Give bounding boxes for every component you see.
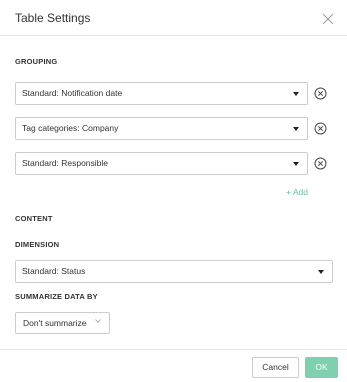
summarize-heading: SUMMARIZE DATA BY xyxy=(15,292,98,301)
caret-down-icon xyxy=(293,127,299,131)
ok-button[interactable]: OK xyxy=(305,357,338,378)
dialog-footer-divider xyxy=(0,349,347,350)
caret-down-icon xyxy=(318,270,324,274)
grouping-select-2[interactable]: Tag categories: Company xyxy=(15,117,308,140)
close-button[interactable] xyxy=(322,12,334,25)
chevron-down-icon xyxy=(95,319,101,323)
add-grouping-link[interactable]: + Add xyxy=(286,187,308,197)
caret-down-icon xyxy=(293,162,299,166)
remove-circle-icon xyxy=(314,122,327,135)
caret-down-icon xyxy=(293,92,299,96)
remove-grouping-2-button[interactable] xyxy=(314,122,327,135)
remove-circle-icon xyxy=(314,157,327,170)
dimension-select[interactable]: Standard: Status xyxy=(15,260,333,283)
dialog-title: Table Settings xyxy=(15,11,91,25)
remove-grouping-1-button[interactable] xyxy=(314,87,327,100)
grouping-select-2-value: Tag categories: Company xyxy=(22,123,119,133)
summarize-select[interactable]: Don't summarize xyxy=(15,312,110,334)
grouping-select-1[interactable]: Standard: Notification date xyxy=(15,82,308,105)
grouping-select-3-value: Standard: Responsible xyxy=(22,158,109,168)
close-icon xyxy=(322,13,334,25)
dimension-select-value: Standard: Status xyxy=(22,266,86,276)
grouping-select-1-value: Standard: Notification date xyxy=(22,88,123,98)
remove-circle-icon xyxy=(314,87,327,100)
summarize-select-value: Don't summarize xyxy=(23,318,87,328)
dimension-heading: DIMENSION xyxy=(15,240,60,249)
cancel-button[interactable]: Cancel xyxy=(252,357,299,378)
table-settings-dialog: Table Settings GROUPING Standard: Notifi… xyxy=(0,0,347,382)
grouping-heading: GROUPING xyxy=(15,57,58,66)
grouping-select-3[interactable]: Standard: Responsible xyxy=(15,152,308,175)
remove-grouping-3-button[interactable] xyxy=(314,157,327,170)
content-heading: CONTENT xyxy=(15,214,53,223)
dialog-header: Table Settings xyxy=(0,0,347,36)
